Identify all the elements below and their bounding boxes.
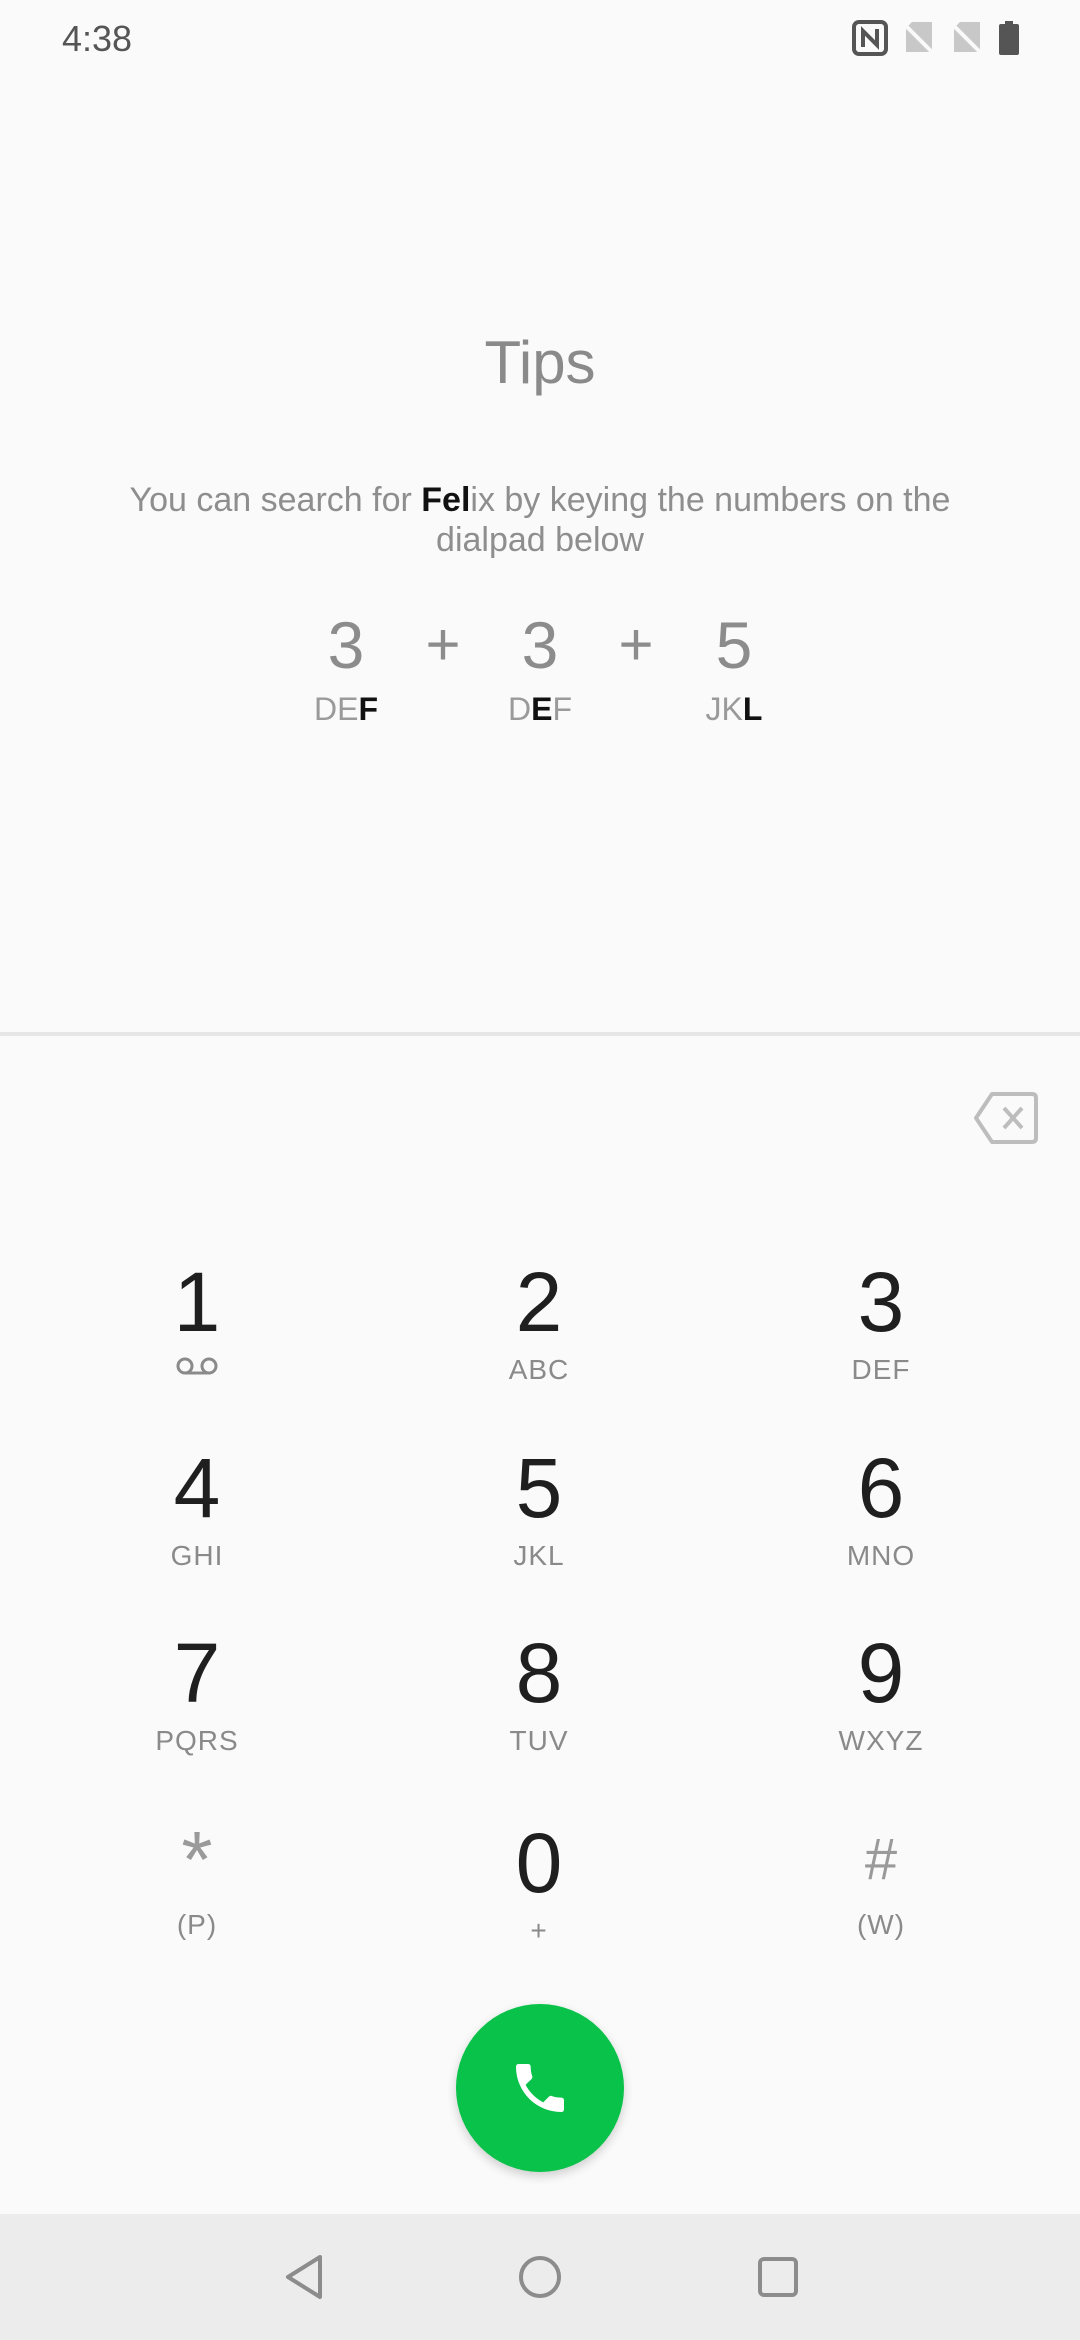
example-key: 3 DEF [460,605,620,728]
dialpad-key-star[interactable]: * (P) [87,1815,307,1965]
key-digit: 8 [515,1626,563,1720]
key-letters: + [530,1915,548,1946]
call-button[interactable] [456,2004,624,2172]
dialpad-key-3[interactable]: 3 DEF [771,1254,991,1404]
tips-text-bold: Fel [421,481,471,519]
key-digit: 2 [515,1255,563,1349]
key-digit: 4 [173,1441,221,1535]
key-digit: 7 [173,1626,221,1720]
recents-icon [758,2257,798,2297]
status-time: 4:38 [62,18,133,59]
home-button[interactable] [512,2249,568,2305]
key-letters: (P) [176,1909,218,1940]
navigation-bar [0,2214,1080,2340]
dialpad-key-4[interactable]: 4 GHI [87,1440,307,1590]
example-letters: JKL [705,691,763,727]
nfc-icon [852,20,888,56]
dialer-screen: 4:38 Tips You can search for Felix by ke… [0,0,1080,2340]
tips-text-start: You can search for [129,481,422,519]
key-letters: MNO [846,1540,916,1571]
dialpad-key-9[interactable]: 9 WXYZ [771,1625,991,1775]
example-letters: DEF [314,691,378,727]
key-letters: PQRS [155,1725,239,1756]
dialpad-key-7[interactable]: 7 PQRS [87,1625,307,1775]
key-digit: 0 [515,1816,563,1910]
example-key: 3 DEF [266,605,426,728]
dialpad-key-hash[interactable]: # (W) [771,1815,991,1965]
key-letters: ABC [508,1354,570,1385]
example-key: 5 JKL [654,605,814,728]
dialpad-key-2[interactable]: 2 ABC [429,1254,649,1404]
no-sim-icon [950,22,984,56]
tips-text-end: ix by keying the numbers on the dialpad … [436,481,951,559]
key-letters: JKL [513,1540,565,1571]
status-bar: 4:38 [0,0,1080,80]
dialpad-key-0[interactable]: 0 + [429,1815,649,1965]
backspace-icon [974,1092,1038,1144]
example-digit: 3 [327,608,365,682]
voicemail-icon [176,1357,218,1375]
key-digit: 3 [857,1255,905,1349]
key-letters: (W) [856,1909,906,1940]
key-letters: GHI [170,1540,224,1571]
example-digit: 3 [521,608,559,682]
key-digit: 9 [857,1626,905,1720]
status-icons [852,20,1020,56]
back-button[interactable] [276,2249,332,2305]
dialpad-key-6[interactable]: 6 MNO [771,1440,991,1590]
tips-title: Tips [484,329,596,396]
key-digit: 6 [857,1441,905,1535]
dialpad-key-8[interactable]: 8 TUV [429,1625,649,1775]
tips-text: You can search for Felix by keying the n… [120,480,960,560]
no-sim-icon [902,22,936,56]
dialpad-key-5[interactable]: 5 JKL [429,1440,649,1590]
back-icon [286,2255,322,2299]
key-digit: # [864,1827,898,1892]
example-letters: DEF [508,691,572,727]
backspace-button[interactable] [974,1090,1038,1146]
phone-icon [516,2064,564,2112]
recents-button[interactable] [750,2249,806,2305]
key-letters: WXYZ [838,1725,924,1756]
key-digit: 1 [173,1255,221,1349]
key-digit: * [181,1815,213,1904]
divider [0,1032,1080,1036]
key-digit: 5 [515,1441,563,1535]
home-icon [519,2256,561,2298]
dialpad-key-1[interactable]: 1 [87,1254,307,1404]
search-example: 3 DEF + 3 DEF + 5 JKL [0,605,1080,745]
battery-icon [999,21,1019,55]
example-digit: 5 [715,608,753,682]
key-letters: DEF [851,1354,911,1385]
key-letters: TUV [509,1725,569,1756]
